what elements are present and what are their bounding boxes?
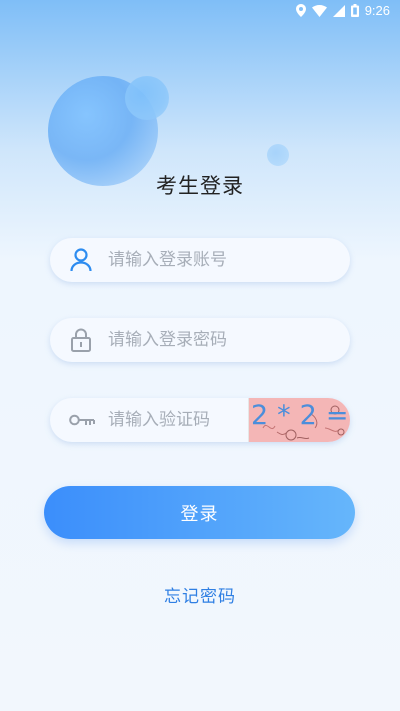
- key-icon: [68, 408, 96, 432]
- lock-icon: [69, 328, 93, 352]
- signal-icon: [332, 4, 345, 17]
- status-icons: 9:26: [295, 3, 390, 18]
- battery-icon: [350, 4, 359, 17]
- captcha-image[interactable]: 2*2=?: [248, 398, 350, 442]
- username-input[interactable]: [106, 249, 310, 271]
- captcha-field[interactable]: 2*2=?: [50, 398, 350, 442]
- status-time: 9:26: [364, 3, 390, 18]
- location-icon: [295, 4, 306, 17]
- decorative-bubble-small: [125, 76, 169, 120]
- captcha-input[interactable]: [106, 409, 230, 431]
- password-field[interactable]: [50, 318, 350, 362]
- wifi-icon: [311, 4, 327, 17]
- status-bar: 9:26: [0, 0, 400, 22]
- forgot-password-link[interactable]: 忘记密码: [0, 582, 400, 607]
- login-button[interactable]: 登录: [44, 486, 355, 539]
- user-icon: [69, 248, 93, 272]
- captcha-text: 2*2=?: [251, 400, 350, 431]
- decorative-bubble-tiny: [267, 144, 289, 166]
- username-field[interactable]: [50, 238, 350, 282]
- password-input[interactable]: [106, 329, 310, 351]
- page-title: 考生登录: [156, 174, 244, 198]
